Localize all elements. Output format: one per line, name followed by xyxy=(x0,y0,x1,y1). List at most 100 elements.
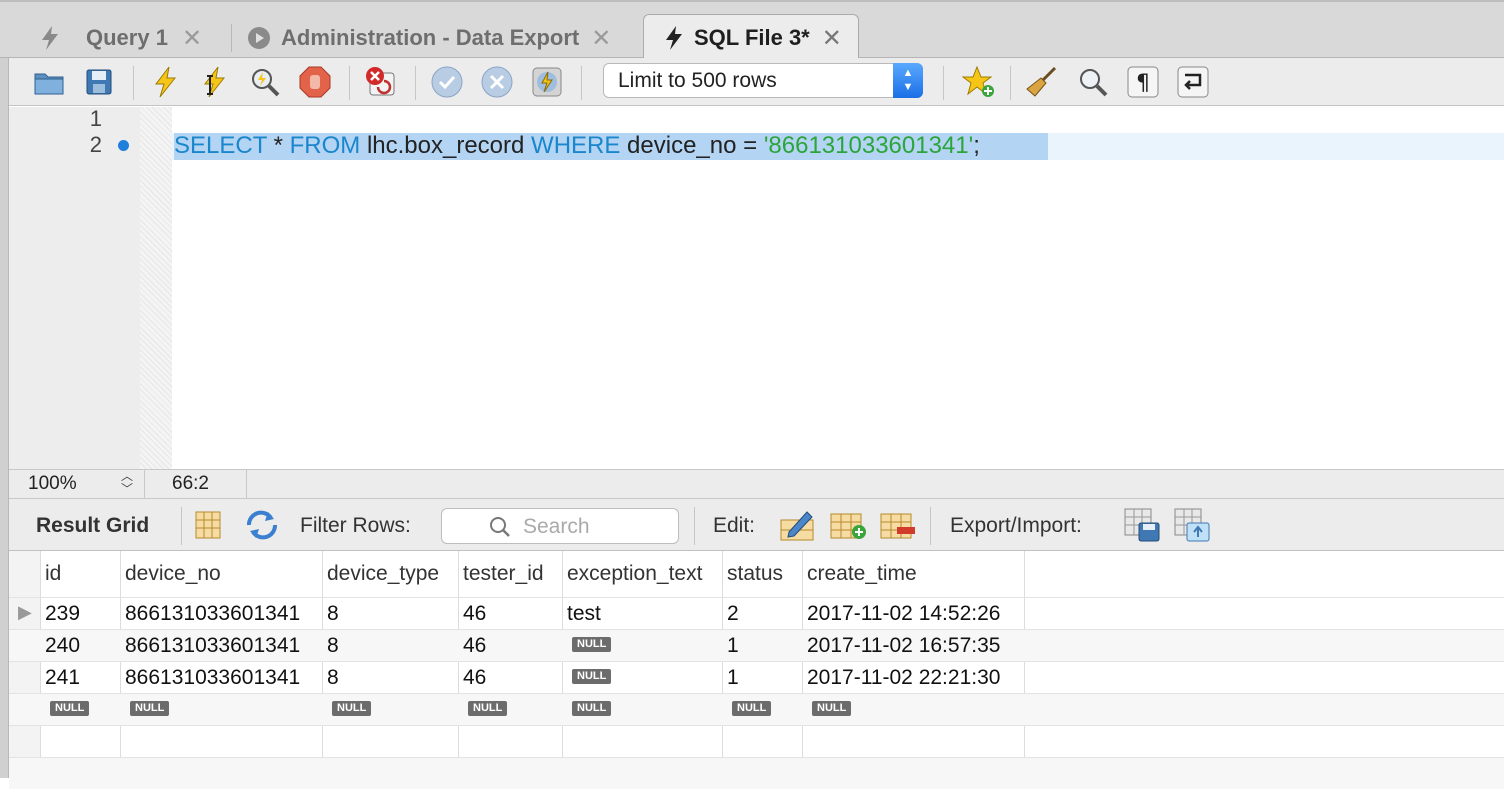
column-header-create-time[interactable]: create_time xyxy=(802,551,917,597)
execute-button[interactable] xyxy=(147,64,183,100)
cell-tester-id[interactable]: 46 xyxy=(458,662,486,693)
cell-tester-id[interactable]: 46 xyxy=(458,630,486,661)
column-header-device-no[interactable]: device_no xyxy=(120,551,221,597)
toolbar-divider xyxy=(930,507,931,545)
cell-status[interactable]: 1 xyxy=(722,662,739,693)
cell-create-time[interactable]: 2017-11-02 14:52:26 xyxy=(802,598,1000,629)
cell-id[interactable]: 241 xyxy=(40,662,80,693)
cell-id[interactable]: 240 xyxy=(40,630,80,661)
cell-exception-text[interactable]: test xyxy=(562,598,601,629)
lightning-cursor-icon xyxy=(203,66,226,98)
beautify-button[interactable] xyxy=(1024,64,1060,100)
magnifier-lightning-icon xyxy=(252,69,280,97)
tab-label: SQL File 3* xyxy=(694,25,810,50)
zoom-level[interactable]: 100% xyxy=(28,473,77,495)
tab-bar: Query 1 ✕ Administration - Data Export ✕… xyxy=(0,0,1504,61)
limit-rows-select[interactable]: Limit to 500 rows ▲ ▼ xyxy=(603,63,923,98)
star-plus-icon xyxy=(962,65,994,97)
column-header-id[interactable]: id xyxy=(40,551,61,597)
table-row[interactable]: 241 866131033601341 8 46 NULL 1 2017-11-… xyxy=(9,661,1504,693)
toggle-stop-on-error-button[interactable] xyxy=(363,64,399,100)
cell-status[interactable]: 2 xyxy=(722,598,739,629)
close-icon[interactable]: ✕ xyxy=(822,24,842,53)
null-badge[interactable]: NULL xyxy=(812,701,852,717)
status-divider xyxy=(246,470,247,499)
save-button[interactable] xyxy=(81,64,117,100)
wrap-icon xyxy=(1177,66,1209,98)
add-row-icon xyxy=(830,513,866,539)
cell-device-type[interactable]: 8 xyxy=(322,630,339,661)
play-circle-icon xyxy=(248,27,270,49)
delete-row-button[interactable] xyxy=(879,510,917,548)
table-row[interactable]: 240 866131033601341 8 46 NULL 1 2017-11-… xyxy=(9,629,1504,661)
execute-statement-button[interactable] xyxy=(196,64,232,100)
import-button[interactable] xyxy=(1173,507,1211,549)
cell-device-no[interactable]: 866131033601341 xyxy=(120,598,300,629)
null-badge[interactable]: NULL xyxy=(732,701,772,717)
cell-create-time[interactable]: 2017-11-02 22:21:30 xyxy=(802,662,1000,693)
null-badge[interactable]: NULL xyxy=(50,701,90,717)
toggle-grid-button[interactable] xyxy=(195,511,221,545)
word-wrap-button[interactable] xyxy=(1175,64,1211,100)
edit-row-button[interactable] xyxy=(779,508,815,548)
folder-icon xyxy=(34,73,64,95)
search-placeholder: Search xyxy=(523,515,590,538)
toolbar-divider xyxy=(694,507,695,545)
commit-button[interactable] xyxy=(429,64,465,100)
rollback-button[interactable] xyxy=(479,64,515,100)
sql-string: '866131033601341' xyxy=(763,132,974,159)
find-button[interactable] xyxy=(1075,64,1111,100)
cell-device-no[interactable]: 866131033601341 xyxy=(120,662,300,693)
cell-device-no[interactable]: 866131033601341 xyxy=(120,630,300,661)
sql-token: ; xyxy=(973,132,980,159)
null-badge[interactable]: NULL xyxy=(572,701,612,717)
column-header-status[interactable]: status xyxy=(722,551,783,597)
null-badge[interactable]: NULL xyxy=(572,637,612,653)
zoom-stepper-icon[interactable]: ︿ ﹀ xyxy=(121,470,133,496)
lightning-icon xyxy=(42,26,58,50)
column-header-tester-id[interactable]: tester_id xyxy=(458,551,544,597)
column-header-device-type[interactable]: device_type xyxy=(322,551,439,597)
toolbar-divider xyxy=(349,66,350,100)
close-icon[interactable]: ✕ xyxy=(182,24,202,53)
close-icon[interactable]: ✕ xyxy=(591,24,611,53)
check-circle-icon xyxy=(431,66,463,98)
autocommit-button[interactable] xyxy=(529,64,565,100)
error-stop-icon xyxy=(366,67,395,96)
add-snippet-button[interactable] xyxy=(961,64,997,100)
toolbar-divider xyxy=(581,66,582,100)
tab-sql-file-3[interactable]: SQL File 3* ✕ xyxy=(643,14,859,61)
cell-device-type[interactable]: 8 xyxy=(322,598,339,629)
export-button[interactable] xyxy=(1123,507,1161,549)
sql-editor-line[interactable]: SELECT * FROM lhc.box_record WHERE devic… xyxy=(174,131,980,161)
table-row[interactable]: ▶ 239 866131033601341 8 46 test 2 2017-1… xyxy=(9,597,1504,629)
cell-id[interactable]: 239 xyxy=(40,598,80,629)
cell-tester-id[interactable]: 46 xyxy=(458,598,486,629)
refresh-button[interactable] xyxy=(245,509,279,547)
result-grid[interactable]: id device_no device_type tester_id excep… xyxy=(9,551,1504,789)
new-row[interactable]: NULL NULL NULL NULL NULL NULL NULL xyxy=(9,693,1504,725)
column-header-exception-text[interactable]: exception_text xyxy=(562,551,702,597)
filter-rows-search[interactable]: Search xyxy=(441,508,679,544)
null-badge[interactable]: NULL xyxy=(130,701,170,717)
tab-label: Query 1 xyxy=(86,25,168,50)
open-folder-button[interactable] xyxy=(31,64,67,100)
stop-button[interactable] xyxy=(297,64,333,100)
line-number-gutter xyxy=(9,107,140,469)
null-badge[interactable]: NULL xyxy=(468,701,508,717)
cell-device-type[interactable]: 8 xyxy=(322,662,339,693)
null-badge[interactable]: NULL xyxy=(332,701,372,717)
statement-marker-icon xyxy=(118,140,129,151)
invisible-characters-button[interactable]: ¶ xyxy=(1125,64,1161,100)
tab-administration-data-export[interactable]: Administration - Data Export ✕ xyxy=(247,16,611,60)
lightning-icon xyxy=(154,66,177,98)
null-badge[interactable]: NULL xyxy=(572,669,612,685)
cell-create-time[interactable]: 2017-11-02 16:57:35 xyxy=(802,630,1000,661)
add-row-button[interactable] xyxy=(829,510,867,548)
explain-button[interactable] xyxy=(247,64,283,100)
sql-identifier: lhc.box_record xyxy=(360,132,532,159)
line-number: 1 xyxy=(89,106,102,131)
tab-query-1[interactable]: Query 1 ✕ xyxy=(36,16,202,60)
sql-keyword: WHERE xyxy=(531,132,621,159)
cell-status[interactable]: 1 xyxy=(722,630,739,661)
